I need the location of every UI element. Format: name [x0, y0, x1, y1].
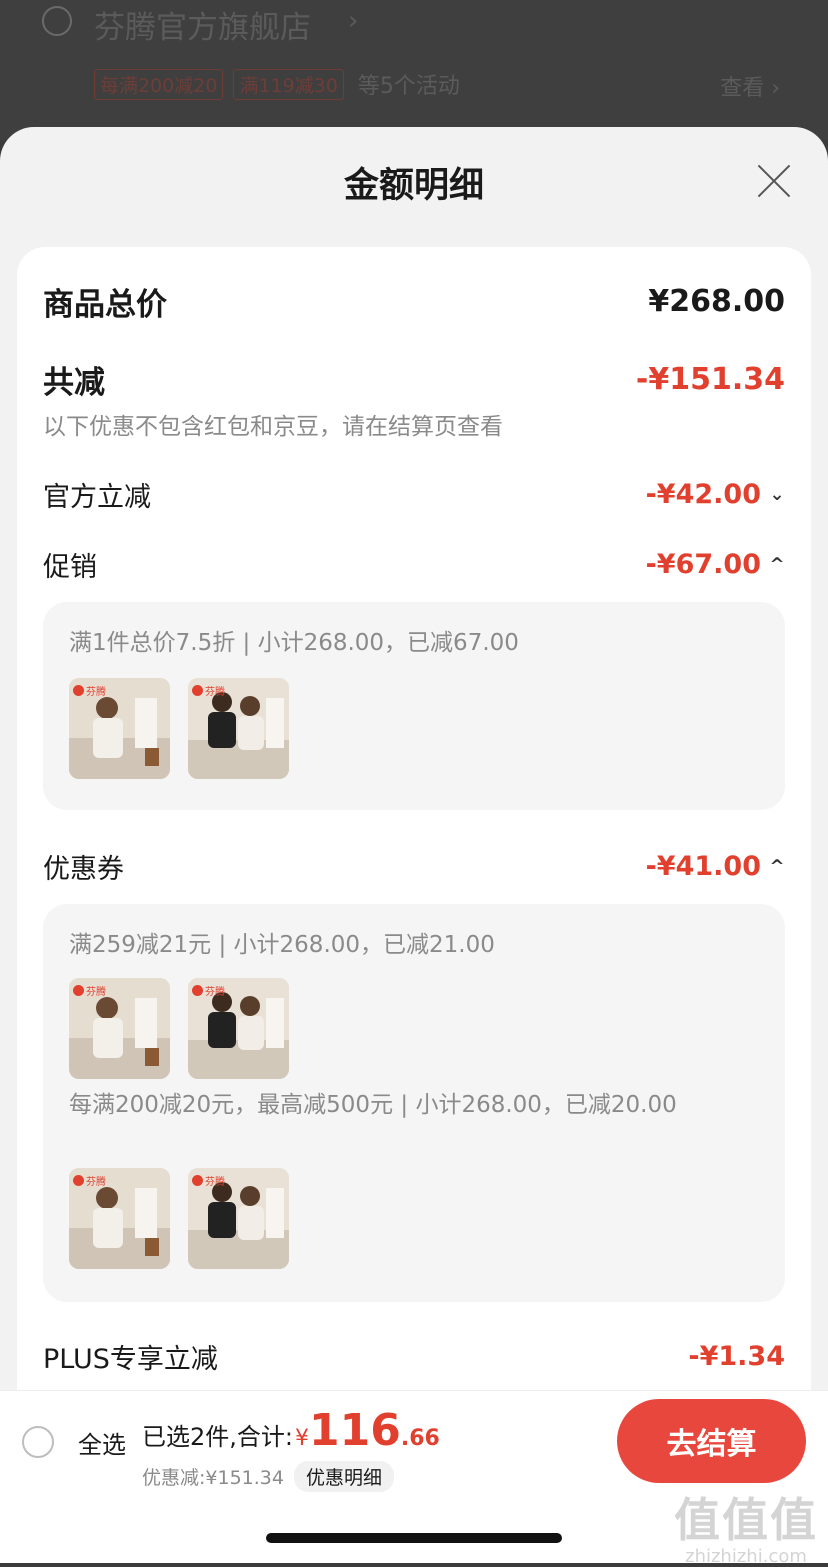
discount-amount: 优惠减:¥151.34 — [142, 1467, 284, 1489]
total-price-label: 商品总价 — [43, 287, 167, 323]
plus-discount-value: -¥1.34 — [688, 1341, 785, 1372]
store-promo-tags: 每满200减20 满119减30 等5个活动 — [94, 68, 460, 100]
product-thumbnail[interactable]: 芬腾 — [188, 1168, 289, 1269]
total-price-value: ¥268.00 — [648, 284, 785, 319]
chevron-right-icon: › — [348, 6, 359, 36]
product-thumbnail[interactable]: 芬腾 — [69, 1168, 170, 1269]
brand-logo-icon — [73, 1175, 84, 1186]
store-header-bg: 芬腾官方旗舰店 › 每满200减20 满119减30 等5个活动 查看 › — [0, 0, 828, 140]
promotion-value: -¥67.00 — [645, 549, 761, 580]
brand-badge: 芬腾 — [73, 1173, 106, 1188]
promotion-detail-box: 满1件总价7.5折 | 小计268.00，已减67.00 芬腾 芬腾 — [43, 602, 785, 810]
store-name[interactable]: 芬腾官方旗舰店 — [94, 2, 311, 47]
sum-integer: 116 — [308, 1405, 401, 1456]
coupon-detail-text-2: 每满200减20元，最高减500元 | 小计268.00，已减20.00 — [69, 1092, 677, 1118]
brand-logo-icon — [192, 685, 203, 696]
select-all-label[interactable]: 全选 — [78, 1425, 126, 1460]
brand-badge: 芬腾 — [192, 1173, 225, 1188]
close-icon[interactable] — [756, 163, 792, 199]
sum-currency: ¥ — [294, 1426, 309, 1451]
product-thumbnail[interactable]: 芬腾 — [188, 678, 289, 779]
brand-badge: 芬腾 — [192, 683, 225, 698]
discount-note: 以下优惠不包含红包和京豆，请在结算页查看 — [43, 414, 503, 440]
product-thumbnail[interactable]: 芬腾 — [69, 678, 170, 779]
coupon-row[interactable]: 优惠券 -¥41.00 ^ — [43, 847, 785, 886]
watermark-logo: 值值值 — [674, 1493, 818, 1547]
store-select-radio[interactable] — [42, 6, 72, 36]
checkout-button[interactable]: 去结算 — [617, 1399, 806, 1483]
promotion-row[interactable]: 促销 -¥67.00 ^ — [43, 545, 785, 584]
plus-discount-label: PLUS专享立减 — [43, 1344, 218, 1375]
home-indicator — [266, 1533, 562, 1543]
coupon-products-2: 芬腾 芬腾 — [69, 1168, 289, 1269]
coupon-label: 优惠券 — [43, 854, 124, 885]
selected-count-text: 已选2件,合计: — [142, 1423, 293, 1451]
product-thumbnail[interactable]: 芬腾 — [69, 978, 170, 1079]
brand-logo-icon — [192, 985, 203, 996]
total-reduce-row: 共减 -¥151.34 — [43, 357, 785, 402]
coupon-detail-box: 满259减21元 | 小计268.00，已减21.00 芬腾 芬腾 每满200减… — [43, 904, 785, 1302]
brand-badge: 芬腾 — [192, 983, 225, 998]
chevron-up-icon: ^ — [769, 856, 785, 877]
coupon-products-1: 芬腾 芬腾 — [69, 978, 289, 1079]
promo-tag: 每满200减20 — [94, 68, 224, 100]
product-thumbnail[interactable]: 芬腾 — [188, 978, 289, 1079]
view-activities-link[interactable]: 查看 › — [720, 70, 780, 102]
promotion-detail-text: 满1件总价7.5折 | 小计268.00，已减67.00 — [69, 630, 519, 656]
brand-badge: 芬腾 — [73, 683, 106, 698]
official-discount-label: 官方立减 — [43, 482, 151, 513]
total-reduce-label: 共减 — [43, 365, 105, 401]
brand-logo-icon — [192, 1175, 203, 1186]
chevron-up-icon: ^ — [769, 554, 785, 575]
sheet-title: 金额明细 — [343, 166, 484, 206]
discount-detail-button[interactable]: 优惠明细 — [293, 1461, 394, 1492]
discount-summary: 优惠减:¥151.34 优惠明细 — [142, 1461, 394, 1492]
plus-discount-row: PLUS专享立减 -¥1.34 — [43, 1337, 785, 1376]
promo-tag: 满119减30 — [233, 68, 344, 100]
total-reduce-value: -¥151.34 — [635, 362, 785, 397]
total-price-row: 商品总价 ¥268.00 — [43, 279, 785, 324]
official-discount-value: -¥42.00 — [645, 479, 761, 510]
sum-decimal: .66 — [400, 1426, 440, 1451]
brand-logo-icon — [73, 685, 84, 696]
coupon-detail-text-1: 满259减21元 | 小计268.00，已减21.00 — [69, 932, 495, 958]
coupon-value: -¥41.00 — [645, 851, 761, 882]
watermark: 值值值 zhizhizhi.com — [674, 1484, 818, 1567]
chevron-down-icon: ⌄ — [769, 484, 785, 505]
total-sum: 已选2件,合计: ¥ 116 .66 — [142, 1405, 440, 1456]
official-discount-row[interactable]: 官方立减 -¥42.00 ⌄ — [43, 475, 785, 514]
amount-detail-sheet: 金额明细 商品总价 ¥268.00 共减 -¥151.34 以下优惠不包含红包和… — [0, 127, 828, 1562]
promo-tags-suffix: 等5个活动 — [357, 74, 460, 99]
select-all-radio[interactable] — [22, 1426, 54, 1458]
brand-badge: 芬腾 — [73, 983, 106, 998]
amount-detail-card: 商品总价 ¥268.00 共减 -¥151.34 以下优惠不包含红包和京豆，请在… — [17, 247, 811, 1417]
watermark-url: zhizhizhi.com — [685, 1546, 807, 1567]
promotion-label: 促销 — [43, 552, 97, 583]
promotion-products: 芬腾 芬腾 — [69, 678, 289, 779]
brand-logo-icon — [73, 985, 84, 996]
